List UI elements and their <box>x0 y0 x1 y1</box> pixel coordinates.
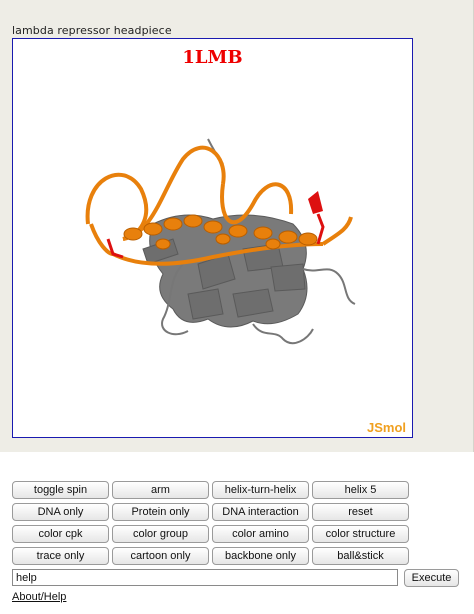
frame-title: lambda repressor headpiece <box>12 24 172 37</box>
control-buttons: toggle spin arm helix-turn-helix helix 5… <box>12 481 412 569</box>
pdb-id-label: 1LMB <box>182 47 243 68</box>
jsmol-panel: lambda repressor headpiece 1LMB JSmol <box>0 0 474 452</box>
about-help-link[interactable]: About/Help <box>12 591 66 603</box>
toggle-spin-button[interactable]: toggle spin <box>12 481 109 499</box>
color-amino-button[interactable]: color amino <box>212 525 309 543</box>
molecule-rendering[interactable] <box>13 39 412 437</box>
arm-button[interactable]: arm <box>112 481 209 499</box>
ball-and-stick-button[interactable]: ball&stick <box>312 547 409 565</box>
helix-5-button[interactable]: helix 5 <box>312 481 409 499</box>
molecule-viewer[interactable]: 1LMB JSmol <box>12 38 413 438</box>
dna-only-button[interactable]: DNA only <box>12 503 109 521</box>
button-row-1: toggle spin arm helix-turn-helix helix 5 <box>12 481 412 499</box>
color-cpk-button[interactable]: color cpk <box>12 525 109 543</box>
dna-end-marker <box>308 191 323 214</box>
button-row-2: DNA only Protein only DNA interaction re… <box>12 503 412 521</box>
trace-only-button[interactable]: trace only <box>12 547 109 565</box>
command-input[interactable] <box>12 569 398 586</box>
button-row-4: trace only cartoon only backbone only ba… <box>12 547 412 565</box>
dna-interaction-button[interactable]: DNA interaction <box>212 503 309 521</box>
reset-button[interactable]: reset <box>312 503 409 521</box>
command-row: Execute <box>12 569 459 587</box>
execute-button[interactable]: Execute <box>404 569 459 587</box>
helix-turn-helix-button[interactable]: helix-turn-helix <box>212 481 309 499</box>
protein-only-button[interactable]: Protein only <box>112 503 209 521</box>
color-structure-button[interactable]: color structure <box>312 525 409 543</box>
jsmol-logo: JSmol <box>366 420 406 435</box>
backbone-only-button[interactable]: backbone only <box>212 547 309 565</box>
cartoon-only-button[interactable]: cartoon only <box>112 547 209 565</box>
button-row-3: color cpk color group color amino color … <box>12 525 412 543</box>
color-group-button[interactable]: color group <box>112 525 209 543</box>
